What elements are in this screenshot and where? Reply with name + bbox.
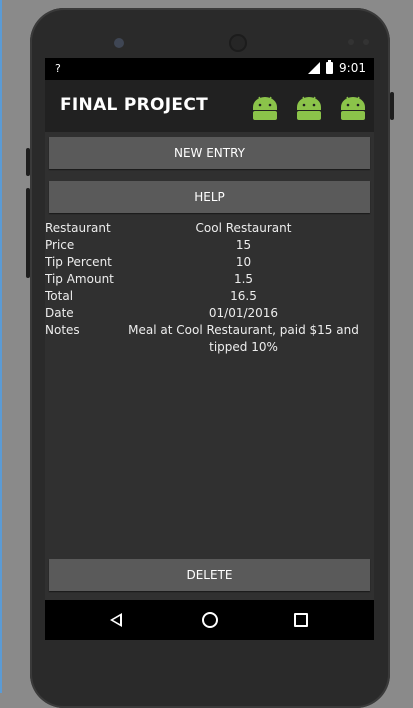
detail-label: Restaurant [45, 221, 111, 235]
recents-icon[interactable] [294, 613, 308, 627]
volume-button [26, 148, 30, 176]
window-edge [0, 0, 2, 693]
detail-row: Restaurant Cool Restaurant [45, 220, 374, 237]
detail-value: 16.5 [230, 289, 257, 303]
battery-icon [326, 60, 334, 74]
status-time: 9:01 [339, 61, 366, 75]
new-entry-button[interactable]: NEW ENTRY [49, 137, 370, 169]
android-icon[interactable] [340, 94, 366, 120]
status-left-glyph: ? [55, 62, 61, 75]
home-icon[interactable] [202, 612, 218, 628]
help-button[interactable]: HELP [49, 181, 370, 213]
status-bar: ? 9:01 [45, 58, 374, 80]
navigation-bar [45, 600, 374, 640]
status-icons: 9:01 [308, 60, 366, 75]
android-icon[interactable] [252, 94, 278, 120]
detail-row: Price 15 [45, 237, 374, 254]
delete-button[interactable]: DELETE [49, 559, 370, 591]
detail-row: Notes Meal at Cool Restaurant, paid $15 … [45, 322, 374, 356]
signal-icon [308, 62, 321, 74]
earpiece-speaker [229, 34, 247, 52]
detail-label: Tip Percent [45, 255, 112, 269]
detail-label: Notes [45, 323, 80, 337]
detail-value: 1.5 [233, 272, 254, 286]
sensor [363, 39, 369, 45]
detail-label: Date [45, 306, 74, 320]
detail-row: Tip Amount 1.5 [45, 271, 374, 288]
detail-row: Total 16.5 [45, 288, 374, 305]
entry-details: Restaurant Cool Restaurant Price 15 Tip … [45, 220, 374, 356]
side-button [26, 188, 30, 278]
detail-label: Price [45, 238, 75, 252]
detail-value: 01/01/2016 [208, 306, 279, 320]
android-icon[interactable] [296, 94, 322, 120]
detail-value: Cool Restaurant [195, 221, 292, 235]
device-screen: ? 9:01 FINAL PROJECT NEW ENTRY HELP Rest… [45, 58, 374, 640]
back-icon-inner [113, 616, 120, 624]
sensor [348, 39, 354, 45]
detail-value: 15 [235, 238, 252, 252]
detail-value: 10 [235, 255, 252, 269]
front-camera [114, 38, 124, 48]
app-bar: FINAL PROJECT [45, 80, 374, 132]
detail-row: Tip Percent 10 [45, 254, 374, 271]
detail-value: Meal at Cool Restaurant, paid $15 and ti… [128, 323, 359, 354]
detail-label: Tip Amount [45, 272, 114, 286]
app-title: FINAL PROJECT [60, 95, 208, 115]
detail-row: Date 01/01/2016 [45, 305, 374, 322]
power-button [390, 92, 394, 120]
detail-label: Total [45, 289, 74, 303]
